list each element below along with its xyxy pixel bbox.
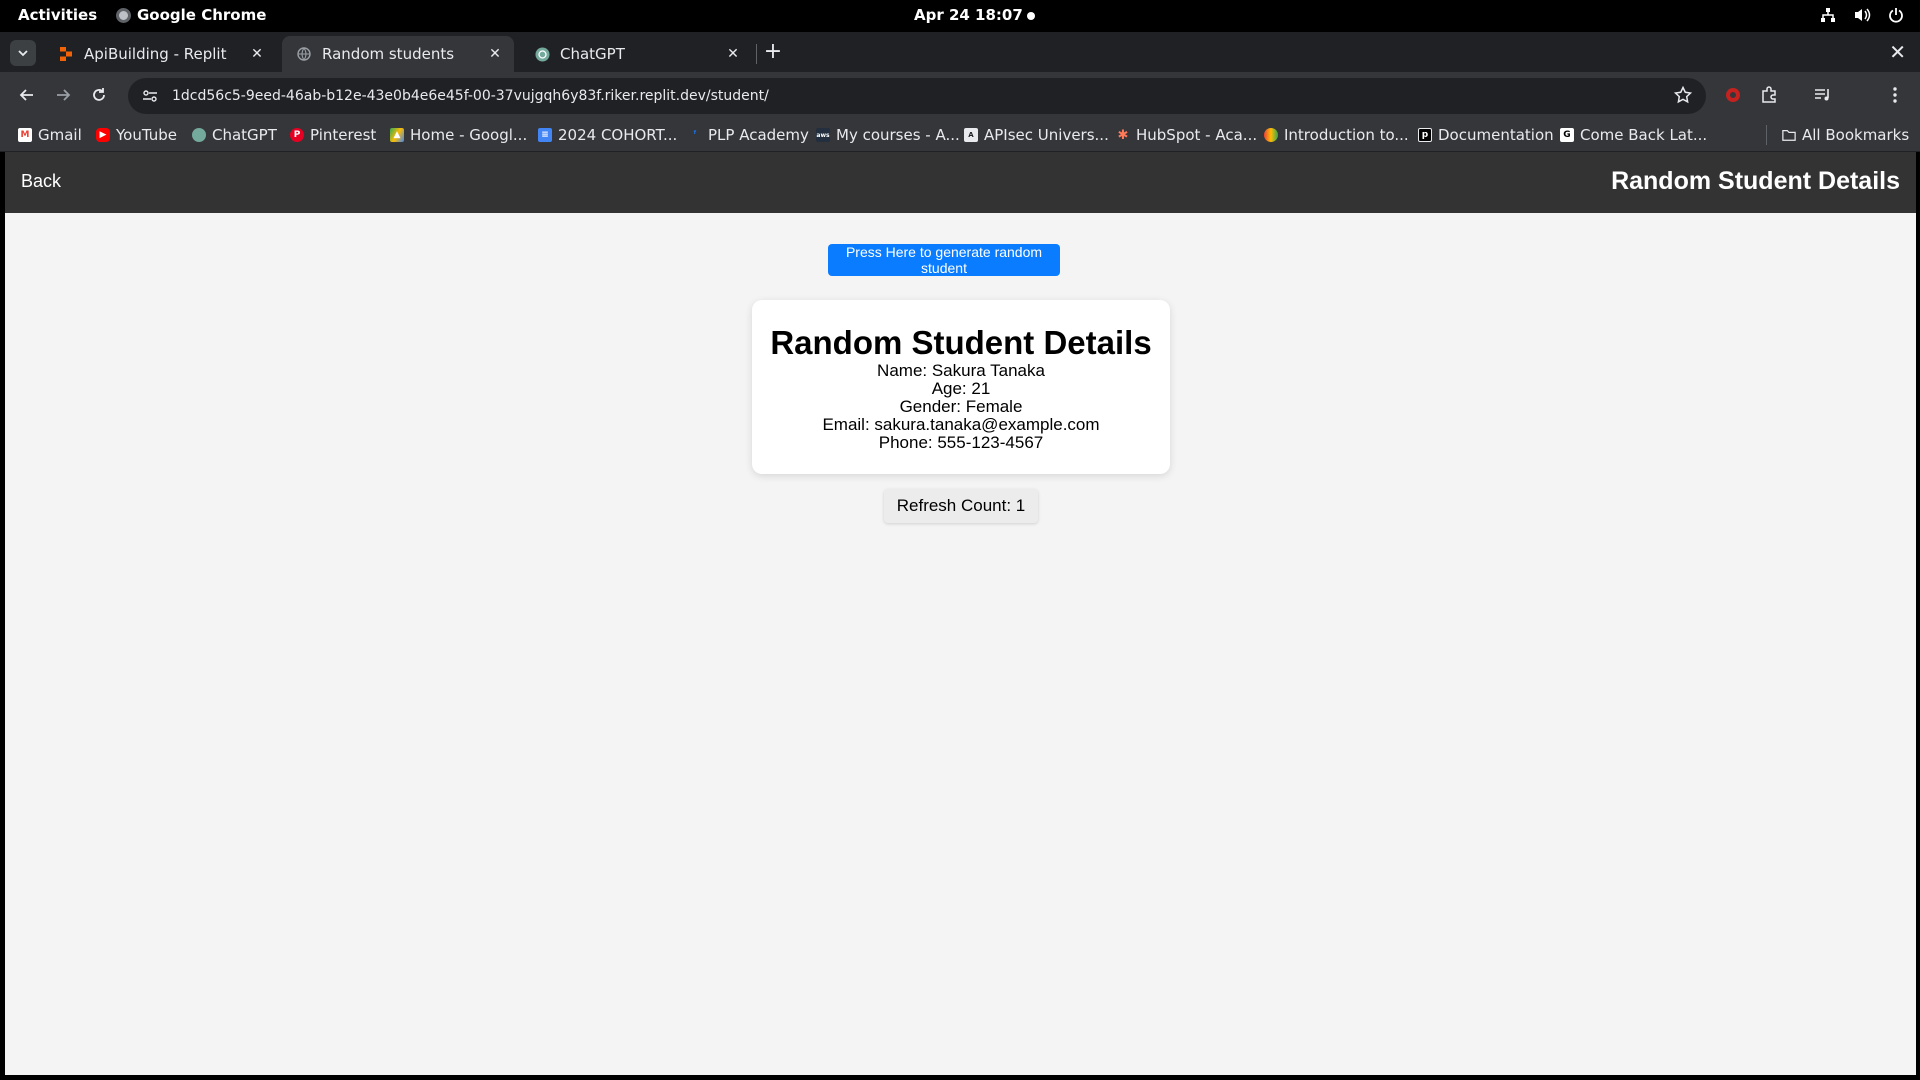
student-age: Age: 21 [931,379,991,398]
plp-icon: ᶠ [693,130,697,140]
tab-chatgpt[interactable]: ChatGPT ✕ [520,36,752,72]
bookmark-youtube[interactable]: ▶ YouTube [96,124,177,146]
kebab-menu-icon[interactable] [1882,82,1908,108]
tab-title: ChatGPT [560,45,625,63]
globe-icon [296,46,312,62]
network-icon[interactable] [1818,5,1838,25]
close-icon[interactable]: ✕ [486,45,504,63]
tab-title: Random students [322,45,455,63]
bookmark-chatgpt[interactable]: ChatGPT [192,124,277,146]
bookmark-documentation[interactable]: p Documentation [1418,124,1554,146]
tab-random-students[interactable]: Random students ✕ [282,36,514,72]
bookmark-introduction[interactable]: Introduction to... [1264,124,1409,146]
apisec-icon: A [964,128,978,142]
window-border-bottom [0,1075,1920,1080]
address-bar[interactable]: 1dcd56c5-9eed-46ab-b12e-43e0b4e6e45f-00-… [128,78,1706,114]
g-logo-icon: G [1560,128,1574,142]
extension-red-icon[interactable] [1720,82,1746,108]
chrome-icon [116,7,131,23]
notification-dot-icon [1027,12,1035,20]
bookmark-hubspot[interactable]: ✱ HubSpot - Aca... [1116,124,1258,146]
youtube-icon: ▶ [96,128,110,142]
student-gender: Gender: Female [899,397,1023,416]
student-details-card: Random Student Details Name: Sakura Tana… [752,300,1170,474]
reload-icon[interactable] [86,82,112,108]
header-title: Random Student Details [1611,167,1900,195]
bookmark-gmail[interactable]: M Gmail [18,124,82,146]
pinterest-icon: P [290,128,304,142]
system-top-bar: Activities Google Chrome Apr 24 18:07 [0,0,1920,32]
close-icon[interactable]: ✕ [248,45,266,63]
window-close-icon[interactable]: ✕ [1889,40,1906,64]
bookmark-cohort[interactable]: ≡ 2024 COHORT... [538,124,677,146]
chevron-down-icon [18,50,28,57]
google-drive-icon: ▲ [390,128,404,142]
bookmark-my-courses[interactable]: aws My courses - A... [816,124,960,146]
app-name: Google Chrome [137,6,267,24]
bookmark-apisec[interactable]: A APIsec Univers... [964,124,1109,146]
bookmark-plp-academy[interactable]: ᶠ PLP Academy [688,124,809,146]
gmail-icon: M [18,128,32,142]
bookmark-star-icon[interactable] [1673,85,1693,108]
tab-apibuilding[interactable]: ApiBuilding - Replit ✕ [44,36,276,72]
bookmark-come-back-later[interactable]: G Come Back Lat... [1560,124,1707,146]
page-viewport: Back Random Student Details Press Here t… [5,152,1916,1075]
close-icon[interactable]: ✕ [724,45,742,63]
hubspot-icon: ✱ [1117,127,1129,143]
replit-icon [58,46,74,62]
all-bookmarks[interactable]: All Bookmarks [1782,124,1909,146]
chatgpt-icon [192,128,206,142]
bookmarks-bar: M Gmail ▶ YouTube ChatGPT P Pinterest ▲ Home… [0,118,1920,152]
activities-button[interactable]: Activities [18,6,97,24]
bookmark-google-drive[interactable]: ▲ Home - Googl... [390,124,527,146]
student-phone: Phone: 555-123-4567 [878,433,1044,452]
aws-icon: aws [816,128,830,142]
colorful-logo-icon [1264,128,1278,142]
documentation-icon: p [1418,128,1432,142]
student-email: Email: sakura.tanaka@example.com [822,415,1100,434]
card-title: Random Student Details [770,324,1152,361]
back-link[interactable]: Back [21,171,61,192]
tab-separator [756,44,757,64]
chatgpt-icon [534,46,550,62]
system-tray[interactable] [1818,5,1906,25]
media-queue-icon[interactable] [1810,82,1836,108]
volume-icon[interactable] [1852,5,1872,25]
window-border-right [1916,152,1920,1075]
new-tab-button[interactable]: + [762,39,784,64]
extensions-puzzle-icon[interactable] [1756,82,1782,108]
browser-toolbar: 1dcd56c5-9eed-46ab-b12e-43e0b4e6e45f-00-… [0,72,1920,118]
folder-icon [1782,128,1796,142]
tab-title: ApiBuilding - Replit [84,45,227,63]
back-arrow-icon[interactable] [14,82,40,108]
clock[interactable]: Apr 24 18:07 [914,6,1023,24]
power-icon[interactable] [1886,5,1906,25]
student-name: Name: Sakura Tanaka [877,361,1045,380]
bookmark-pinterest[interactable]: P Pinterest [290,124,376,146]
refresh-count: Refresh Count: 1 [884,489,1038,523]
site-info-icon[interactable] [140,86,160,106]
app-menu[interactable]: Google Chrome [116,6,266,24]
tab-search-button[interactable] [10,40,36,66]
generate-random-student-button[interactable]: Press Here to generate random student [828,244,1060,276]
page-header: Back Random Student Details [5,152,1916,213]
bookmarks-divider [1766,125,1767,145]
tab-strip: ApiBuilding - Replit ✕ Random students ✕… [0,32,1920,72]
google-docs-icon: ≡ [538,128,552,142]
forward-arrow-icon[interactable] [50,82,76,108]
url-text[interactable]: 1dcd56c5-9eed-46ab-b12e-43e0b4e6e45f-00-… [172,88,769,104]
